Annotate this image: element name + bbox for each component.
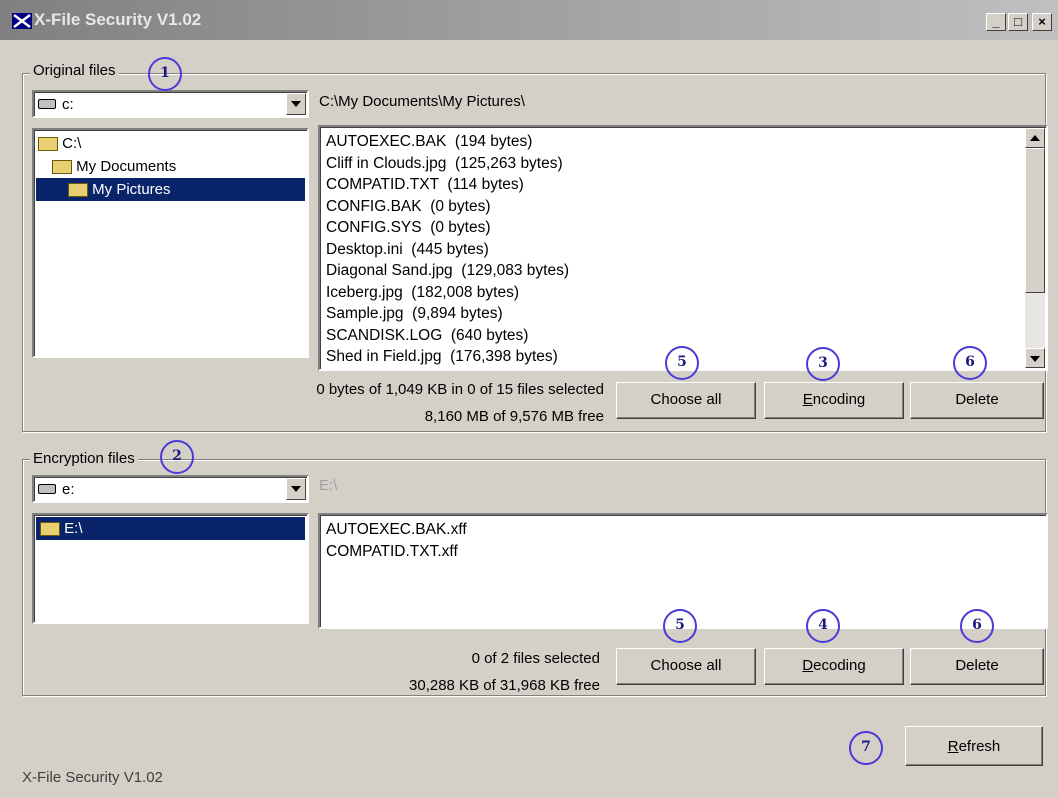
folder-open-icon: [68, 183, 88, 198]
encryption-delete-button[interactable]: Delete: [910, 648, 1044, 685]
scroll-up-icon[interactable]: [1025, 128, 1045, 148]
original-drive-value: c:: [62, 96, 74, 113]
encryption-path: E:\: [319, 477, 338, 494]
encryption-choose-all-button[interactable]: Choose all: [616, 648, 756, 685]
file-list-item[interactable]: COMPATID.TXT.xff: [326, 541, 467, 563]
original-files-legend: Original files: [30, 62, 119, 79]
encryption-drive-value: e:: [62, 481, 75, 498]
folder-open-icon: [40, 522, 60, 537]
maximize-button[interactable]: □: [1008, 13, 1028, 31]
drive-icon: [38, 484, 56, 494]
status-bar-text: X-File Security V1.02: [22, 769, 163, 786]
drive-icon: [38, 99, 56, 109]
tree-item-label: C:\: [62, 135, 82, 152]
encryption-status-selected: 0 of 2 files selected: [471, 650, 600, 667]
file-list-item[interactable]: Desktop.ini (445 bytes): [326, 239, 569, 261]
file-list-item[interactable]: CONFIG.BAK (0 bytes): [326, 196, 569, 218]
callout-3: 3: [806, 347, 840, 381]
original-delete-button[interactable]: Delete: [910, 382, 1044, 419]
decoding-label-first: D: [802, 657, 814, 674]
tree-item-c-root[interactable]: C:\: [38, 132, 81, 155]
file-list-item[interactable]: SCANDISK.LOG (640 bytes): [326, 325, 569, 347]
tree-item-label: E:\: [64, 520, 83, 537]
callout-4: 4: [806, 609, 840, 643]
encryption-status-free: 30,288 KB of 31,968 KB free: [409, 677, 600, 694]
title-bar[interactable]: X-File Security V1.02 _ □ ×: [0, 0, 1058, 40]
encryption-drive-select[interactable]: e:: [32, 475, 309, 503]
encoding-button[interactable]: Encoding: [764, 382, 904, 419]
scroll-down-icon[interactable]: [1025, 348, 1045, 368]
chevron-down-icon[interactable]: [286, 478, 306, 500]
file-list-item[interactable]: AUTOEXEC.BAK.xff: [326, 519, 467, 541]
encoding-label-rest: ncoding: [812, 391, 866, 408]
tree-item-my-documents[interactable]: My Documents: [52, 155, 176, 178]
file-list-item[interactable]: CONFIG.SYS (0 bytes): [326, 217, 569, 239]
file-list-item[interactable]: AUTOEXEC.BAK (194 bytes): [326, 131, 569, 153]
original-drive-select[interactable]: c:: [32, 90, 309, 118]
encoding-label-first: E: [802, 391, 813, 408]
scroll-thumb[interactable]: [1025, 148, 1045, 293]
original-status-selected: 0 bytes of 1,049 KB in 0 of 15 files sel…: [316, 381, 604, 398]
original-status-free: 8,160 MB of 9,576 MB free: [424, 408, 604, 425]
close-button[interactable]: ×: [1032, 13, 1052, 31]
original-choose-all-button[interactable]: Choose all: [616, 382, 756, 419]
file-list-item[interactable]: Shed in Field.jpg (176,398 bytes): [326, 346, 569, 368]
window-title: X-File Security V1.02: [34, 10, 202, 29]
callout-6-original: 6: [953, 346, 987, 380]
callout-5-encryption: 5: [663, 609, 697, 643]
original-scrollbar[interactable]: [1025, 128, 1045, 368]
tree-item-label: My Documents: [76, 158, 177, 175]
tree-item-e-root[interactable]: E:\: [36, 517, 305, 540]
original-file-items: AUTOEXEC.BAK (194 bytes) Cliff in Clouds.…: [322, 127, 569, 368]
file-list-item[interactable]: Iceberg.jpg (182,008 bytes): [326, 282, 569, 304]
decoding-button[interactable]: Decoding: [764, 648, 904, 685]
callout-7: 7: [849, 731, 883, 765]
tree-item-label: My Pictures: [92, 181, 171, 198]
encryption-files-legend: Encryption files: [30, 450, 138, 467]
decoding-label-rest: ecoding: [813, 657, 866, 674]
folder-icon: [38, 137, 58, 152]
refresh-label-first: R: [947, 738, 959, 755]
callout-5-original: 5: [665, 346, 699, 380]
file-list-item[interactable]: Sample.jpg (9,894 bytes): [326, 303, 569, 325]
minimize-button[interactable]: _: [986, 13, 1006, 31]
folder-open-icon: [52, 160, 72, 175]
encryption-folder-tree[interactable]: E:\: [32, 513, 309, 624]
callout-6-encryption: 6: [960, 609, 994, 643]
file-list-item[interactable]: COMPATID.TXT (114 bytes): [326, 174, 569, 196]
callout-1: 1: [148, 57, 182, 91]
original-file-list[interactable]: AUTOEXEC.BAK (194 bytes) Cliff in Clouds.…: [318, 125, 1048, 371]
refresh-button[interactable]: Refresh: [905, 726, 1043, 766]
file-list-item[interactable]: Diagonal Sand.jpg (129,083 bytes): [326, 260, 569, 282]
tree-item-my-pictures[interactable]: My Pictures: [36, 178, 305, 201]
original-folder-tree[interactable]: C:\ My Documents My Pictures: [32, 128, 309, 358]
app-icon: [12, 13, 32, 29]
chevron-down-icon[interactable]: [286, 93, 306, 115]
file-list-item[interactable]: Cliff in Clouds.jpg (125,263 bytes): [326, 153, 569, 175]
refresh-label-rest: efresh: [958, 738, 1001, 755]
original-path: C:\My Documents\My Pictures\: [319, 93, 525, 110]
encryption-file-items: AUTOEXEC.BAK.xff COMPATID.TXT.xff: [322, 515, 467, 562]
callout-2: 2: [160, 440, 194, 474]
